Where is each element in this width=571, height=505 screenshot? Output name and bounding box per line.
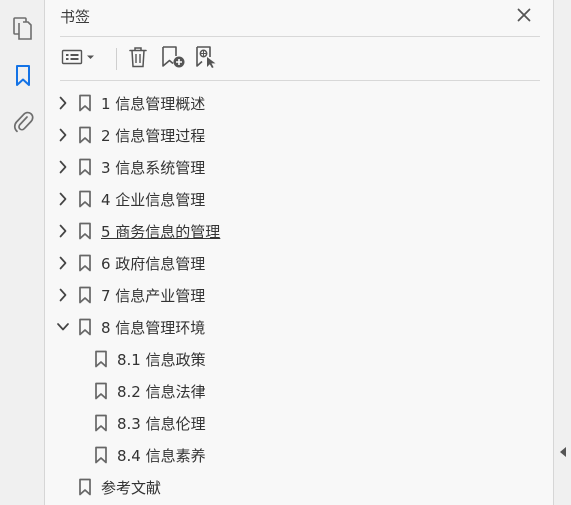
chevron-right-icon[interactable] xyxy=(57,160,69,174)
chevron-right-icon[interactable] xyxy=(57,96,69,110)
collapse-panel-button[interactable] xyxy=(557,444,569,460)
panel-header: 书签 xyxy=(60,0,540,36)
options-menu-button[interactable] xyxy=(60,44,98,74)
bookmark-label: 4 企业信息管理 xyxy=(101,191,206,209)
bookmark-label: 8.2 信息法律 xyxy=(117,383,206,401)
bookmark-label: 3 信息系统管理 xyxy=(101,159,206,177)
bookmark-item[interactable]: 8.2 信息法律 xyxy=(45,377,553,405)
caret-left-icon xyxy=(559,443,567,462)
bookmark-icon xyxy=(94,414,108,432)
attachments-panel-button[interactable] xyxy=(9,108,37,136)
close-icon xyxy=(517,7,531,26)
right-collapse-strip xyxy=(553,0,571,505)
bookmark-icon xyxy=(78,318,92,336)
bookmark-icon xyxy=(78,190,92,208)
trash-icon xyxy=(128,46,148,72)
bookmark-icon xyxy=(78,158,92,176)
bookmark-label: 2 信息管理过程 xyxy=(101,127,206,145)
bookmark-item[interactable]: 8 信息管理环境 xyxy=(45,313,553,341)
panel-title: 书签 xyxy=(60,8,91,26)
find-current-bookmark-button[interactable] xyxy=(193,44,221,74)
navigation-rail xyxy=(0,0,45,505)
bookmark-item[interactable]: 8.4 信息素养 xyxy=(45,441,553,469)
bookmark-item[interactable]: 参考文献 xyxy=(45,473,553,501)
options-menu-icon xyxy=(61,48,97,70)
chevron-right-icon[interactable] xyxy=(57,288,69,302)
chevron-right-icon[interactable] xyxy=(57,192,69,206)
bookmark-item[interactable]: 1 信息管理概述 xyxy=(45,89,553,117)
bookmark-item[interactable]: 4 企业信息管理 xyxy=(45,185,553,213)
bookmark-icon xyxy=(78,478,92,496)
chevron-right-icon[interactable] xyxy=(57,256,69,270)
bookmark-label: 6 政府信息管理 xyxy=(101,255,206,273)
bookmark-label: 5 商务信息的管理 xyxy=(101,223,221,241)
bookmark-icon xyxy=(78,254,92,272)
bookmark-label: 8.4 信息素养 xyxy=(117,447,206,465)
bookmark-item[interactable]: 8.1 信息政策 xyxy=(45,345,553,373)
pages-icon xyxy=(12,17,34,41)
bookmark-icon xyxy=(78,222,92,240)
bookmark-label: 7 信息产业管理 xyxy=(101,287,206,305)
bookmark-label: 1 信息管理概述 xyxy=(101,95,206,113)
bookmark-icon xyxy=(78,286,92,304)
delete-bookmark-button[interactable] xyxy=(125,44,151,74)
bookmark-toolbar xyxy=(60,44,540,74)
toolbar-divider-line xyxy=(60,80,540,81)
chevron-right-icon[interactable] xyxy=(57,128,69,142)
bookmark-icon xyxy=(14,64,32,88)
bookmark-item[interactable]: 7 信息产业管理 xyxy=(45,281,553,309)
bookmark-item[interactable]: 5 商务信息的管理 xyxy=(45,217,553,245)
bookmark-label: 8.3 信息伦理 xyxy=(117,415,206,433)
bookmark-icon xyxy=(94,446,108,464)
add-bookmark-icon xyxy=(160,45,186,73)
toolbar-divider xyxy=(116,48,117,70)
pages-panel-button[interactable] xyxy=(9,15,37,43)
bookmarks-panel-button[interactable] xyxy=(9,62,37,90)
close-panel-button[interactable] xyxy=(513,5,535,27)
paperclip-icon xyxy=(12,109,34,135)
bookmarks-panel: 书签 1 信息管理概述 2 信息管理过程 3 信息系统管理 4 企业信息管理 5… xyxy=(45,0,553,505)
header-divider xyxy=(60,36,540,37)
bookmark-icon xyxy=(78,94,92,112)
bookmark-label: 8 信息管理环境 xyxy=(101,319,206,337)
bookmark-item[interactable]: 2 信息管理过程 xyxy=(45,121,553,149)
bookmark-icon xyxy=(94,350,108,368)
bookmark-icon xyxy=(78,126,92,144)
bookmark-item[interactable]: 6 政府信息管理 xyxy=(45,249,553,277)
bookmark-label: 参考文献 xyxy=(101,479,162,497)
chevron-down-icon[interactable] xyxy=(57,320,69,334)
add-bookmark-button[interactable] xyxy=(159,44,187,74)
bookmark-item[interactable]: 8.3 信息伦理 xyxy=(45,409,553,437)
bookmark-item[interactable]: 3 信息系统管理 xyxy=(45,153,553,181)
chevron-right-icon[interactable] xyxy=(57,224,69,238)
bookmark-label: 8.1 信息政策 xyxy=(117,351,206,369)
bookmark-icon xyxy=(94,382,108,400)
bookmark-search-icon xyxy=(194,45,220,73)
